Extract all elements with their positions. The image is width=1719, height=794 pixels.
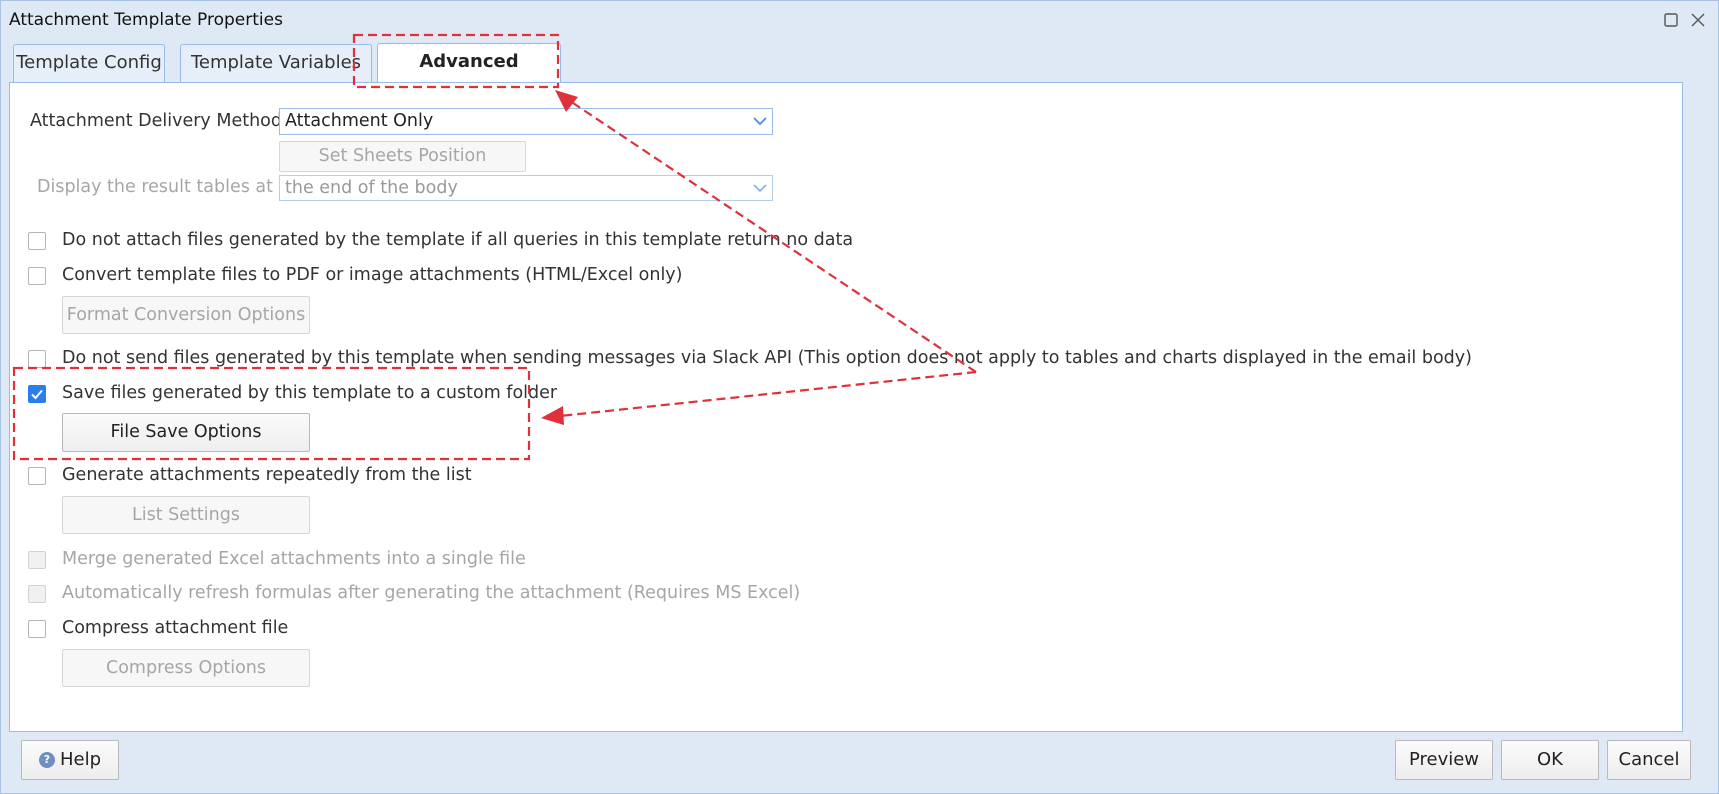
no-data-skip-checkbox[interactable] bbox=[28, 232, 46, 250]
compress-label: Compress attachment file bbox=[62, 618, 289, 638]
list-settings-button[interactable]: List Settings bbox=[62, 496, 310, 534]
display-result-value: the end of the body bbox=[285, 178, 458, 198]
repeat-list-checkbox[interactable] bbox=[28, 467, 46, 485]
refresh-formulas-label: Automatically refresh formulas after gen… bbox=[62, 583, 801, 603]
chevron-down-icon bbox=[753, 184, 767, 193]
no-data-skip-label: Do not attach files generated by the tem… bbox=[62, 230, 854, 250]
tab-template-config[interactable]: Template Config bbox=[13, 44, 165, 82]
dialog-window: Attachment Template Properties Template … bbox=[0, 0, 1719, 794]
refresh-formulas-checkbox[interactable] bbox=[28, 585, 46, 603]
convert-pdf-label: Convert template files to PDF or image a… bbox=[62, 265, 683, 285]
display-result-select[interactable]: the end of the body bbox=[279, 175, 773, 201]
slack-skip-label: Do not send files generated by this temp… bbox=[62, 348, 1472, 368]
tab-strip: Template Config Template Variables Advan… bbox=[9, 41, 1683, 108]
repeat-list-label: Generate attachments repeatedly from the… bbox=[62, 465, 472, 485]
ok-button[interactable]: OK bbox=[1501, 740, 1599, 780]
cancel-button[interactable]: Cancel bbox=[1607, 740, 1691, 780]
close-icon[interactable] bbox=[1687, 9, 1709, 31]
dialog-title: Attachment Template Properties bbox=[9, 10, 283, 30]
advanced-options-panel: Attachment Delivery Method Attachment On… bbox=[9, 82, 1683, 732]
custom-folder-label: Save files generated by this template to… bbox=[62, 383, 558, 403]
maximize-icon[interactable] bbox=[1660, 9, 1682, 31]
help-button[interactable]: ? Help bbox=[21, 740, 119, 780]
delivery-method-value: Attachment Only bbox=[285, 111, 434, 131]
display-result-label: Display the result tables at bbox=[36, 177, 273, 197]
chevron-down-icon bbox=[753, 117, 767, 126]
merge-excel-checkbox[interactable] bbox=[28, 551, 46, 569]
compress-options-button[interactable]: Compress Options bbox=[62, 649, 310, 687]
checkmark-icon bbox=[31, 389, 43, 400]
convert-pdf-checkbox[interactable] bbox=[28, 267, 46, 285]
file-save-options-button[interactable]: File Save Options bbox=[62, 413, 310, 452]
merge-excel-label: Merge generated Excel attachments into a… bbox=[62, 549, 526, 569]
delivery-method-select[interactable]: Attachment Only bbox=[279, 108, 773, 135]
title-bar[interactable]: Attachment Template Properties bbox=[1, 1, 1718, 39]
tab-advanced-options[interactable]: Advanced Options bbox=[377, 43, 561, 108]
format-conversion-options-button[interactable]: Format Conversion Options bbox=[62, 296, 310, 334]
slack-skip-checkbox[interactable] bbox=[28, 350, 46, 368]
delivery-method-label: Attachment Delivery Method bbox=[30, 111, 282, 131]
compress-checkbox[interactable] bbox=[28, 620, 46, 638]
preview-button[interactable]: Preview bbox=[1395, 740, 1493, 780]
tab-template-variables[interactable]: Template Variables bbox=[180, 44, 372, 82]
help-icon: ? bbox=[38, 752, 55, 768]
custom-folder-checkbox[interactable] bbox=[28, 385, 46, 403]
help-button-label: Help bbox=[59, 749, 102, 770]
dialog-footer: ? Help Preview OK Cancel bbox=[9, 732, 1691, 792]
set-sheets-position-button[interactable]: Set Sheets Position bbox=[279, 141, 526, 172]
